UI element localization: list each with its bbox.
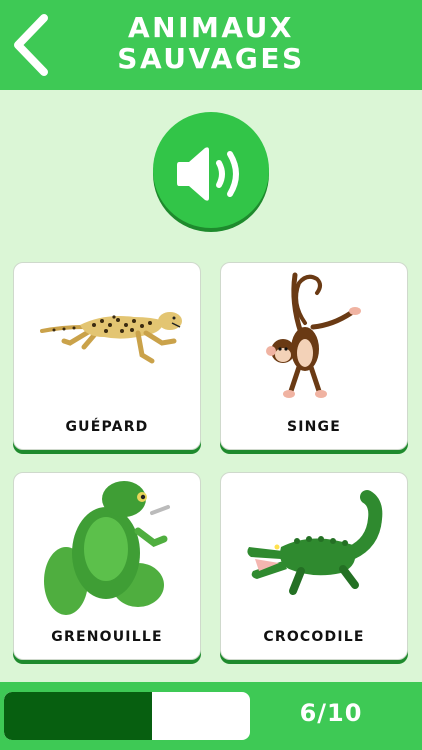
page-title: ANIMAUX SAUVAGES: [60, 12, 362, 74]
progress-fill: [4, 692, 152, 740]
header-bar: ANIMAUX SAUVAGES: [0, 0, 422, 90]
card-label: CROCODILE: [263, 629, 365, 645]
card-label: GRENOUILLE: [51, 629, 163, 645]
monkey-image: [266, 272, 361, 398]
card-label: SINGE: [286, 419, 342, 435]
answer-card-monkey[interactable]: SINGE: [220, 262, 408, 450]
frog-image: [44, 481, 170, 615]
footer-bar: 6/10: [0, 682, 422, 750]
card-label: GUÉPARD: [65, 419, 149, 435]
answer-card-frog[interactable]: GRENOUILLE: [13, 472, 201, 660]
title-line-1: ANIMAUX: [127, 11, 295, 44]
answer-card-cheetah[interactable]: GUÉPARD: [13, 262, 201, 450]
play-sound-button[interactable]: [153, 112, 269, 228]
answer-card-crocodile[interactable]: CROCODILE: [220, 472, 408, 660]
back-button[interactable]: [10, 14, 54, 76]
speaker-icon: [177, 147, 239, 201]
chevron-left-icon: [14, 14, 48, 76]
crocodile-image: [247, 490, 383, 595]
cheetah-image: [40, 312, 182, 364]
title-line-2: SAUVAGES: [117, 42, 305, 75]
progress-counter: 6/10: [299, 699, 363, 727]
progress-bar: [4, 692, 250, 740]
